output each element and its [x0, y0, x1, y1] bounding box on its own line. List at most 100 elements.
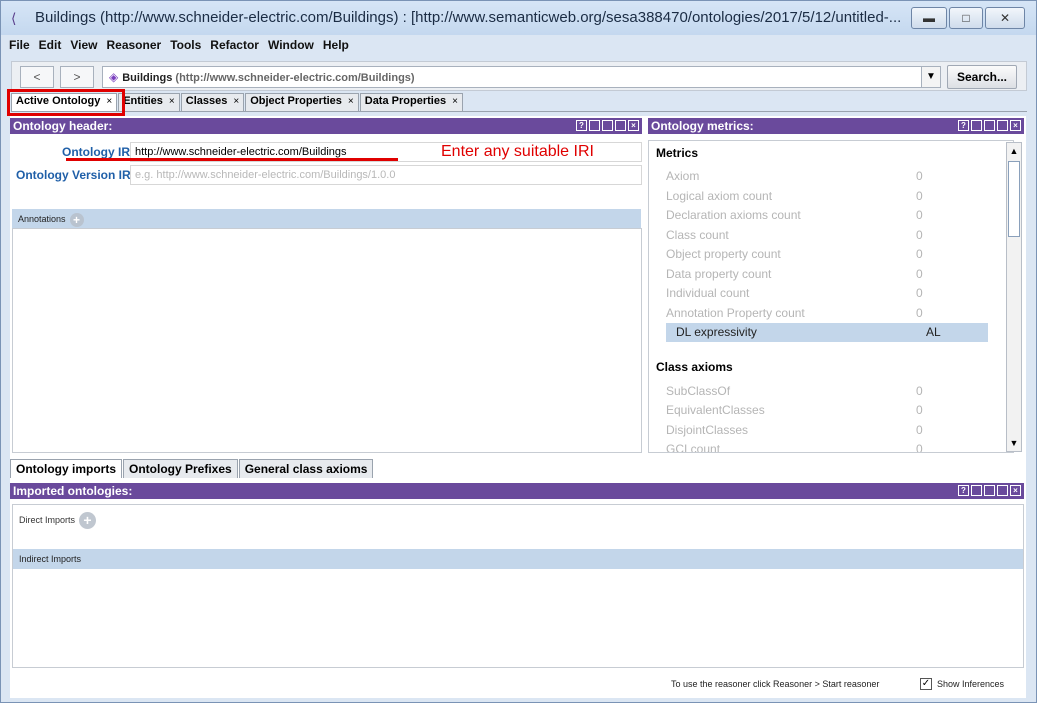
tab-ontology-prefixes[interactable]: Ontology Prefixes	[123, 459, 238, 478]
metric-value: 0	[916, 208, 923, 222]
maximize-button[interactable]: □	[949, 7, 983, 29]
chevron-down-icon[interactable]: ▼	[921, 66, 941, 88]
scroll-thumb[interactable]	[1008, 161, 1020, 237]
close-tab-icon[interactable]: ×	[233, 96, 239, 107]
menu-edit[interactable]: Edit	[39, 38, 62, 58]
menu-window[interactable]: Window	[268, 38, 314, 58]
minimize-button[interactable]: ▬	[911, 7, 947, 29]
panel-title: Ontology metrics:	[651, 119, 754, 133]
metric-value: 0	[916, 306, 923, 320]
menu-help[interactable]: Help	[323, 38, 349, 58]
metric-name: Declaration axioms count	[666, 208, 801, 222]
ontology-version-iri-label: Ontology Version IRI	[16, 168, 135, 182]
metric-name: Object property count	[666, 247, 781, 261]
close-view-icon[interactable]: ×	[1010, 120, 1021, 131]
view-controls: ? ×	[574, 120, 639, 131]
scroll-up-icon[interactable]: ▲	[1007, 143, 1021, 159]
metric-row: SubClassOf 0	[666, 382, 988, 401]
tab-label: Data Properties	[364, 95, 447, 107]
class-axioms-heading: Class axioms	[656, 360, 733, 374]
maximize-view-icon[interactable]	[997, 120, 1008, 131]
title-bar: ⟨ Buildings (http://www.schneider-electr…	[1, 1, 1036, 35]
tab-object-properties[interactable]: Object Properties ×	[245, 93, 359, 111]
direct-imports-header: Direct Imports +	[19, 512, 97, 529]
minimize-view-icon[interactable]	[602, 120, 613, 131]
metric-row: Annotation Property count 0	[666, 304, 988, 323]
view-controls: ? ×	[956, 485, 1021, 496]
ontology-version-iri-field[interactable]: e.g. http://www.schneider-electric.com/B…	[130, 165, 642, 185]
metric-value: 0	[916, 169, 923, 183]
annotation-underline	[66, 158, 398, 161]
help-icon[interactable]: ?	[958, 485, 969, 496]
direct-imports-label: Direct Imports	[19, 514, 76, 525]
back-button[interactable]: <	[20, 66, 54, 88]
forward-button[interactable]: >	[60, 66, 94, 88]
metric-name: SubClassOf	[666, 384, 731, 398]
close-tab-icon[interactable]: ×	[452, 96, 458, 107]
metric-row: Object property count 0	[666, 245, 988, 264]
menu-view[interactable]: View	[70, 38, 97, 58]
minimize-view-icon[interactable]	[984, 120, 995, 131]
metric-row: Logical axiom count 0	[666, 187, 988, 206]
close-tab-icon[interactable]: ×	[348, 96, 354, 107]
tab-divider	[11, 111, 1027, 112]
entity-iri: (http://www.schneider-electric.com/Build…	[175, 72, 415, 84]
scroll-down-icon[interactable]: ▼	[1007, 435, 1021, 451]
view-controls: ? ×	[956, 120, 1021, 131]
search-button[interactable]: Search...	[947, 65, 1017, 89]
metric-row: DisjointClasses 0	[666, 421, 988, 440]
metric-row: Declaration axioms count 0	[666, 206, 988, 225]
metric-value: AL	[926, 325, 941, 339]
imports-panel	[12, 504, 1024, 668]
annotations-label: Annotations	[18, 214, 66, 224]
entity-name: Buildings	[122, 72, 173, 84]
ontology-iri-label: Ontology IRI	[62, 145, 134, 159]
metric-name: Data property count	[666, 267, 772, 281]
indirect-imports-label: Indirect Imports	[19, 554, 82, 564]
tab-classes[interactable]: Classes ×	[180, 93, 245, 111]
tab-general-class-axioms[interactable]: General class axioms	[238, 459, 374, 478]
metric-name: Individual count	[666, 286, 750, 300]
maximize-view-icon[interactable]	[997, 485, 1008, 496]
metric-name: Logical axiom count	[666, 189, 773, 203]
help-icon[interactable]: ?	[958, 120, 969, 131]
show-inferences-checkbox[interactable]: ✓	[920, 678, 932, 690]
minimize-view-icon[interactable]	[984, 485, 995, 496]
close-button[interactable]: ✕	[985, 7, 1025, 29]
add-direct-import-icon[interactable]: +	[79, 512, 97, 529]
menu-reasoner[interactable]: Reasoner	[106, 38, 161, 58]
active-entity-field[interactable]: ◈ Buildings (http://www.schneider-electri…	[102, 66, 922, 88]
metrics-heading: Metrics	[656, 146, 699, 160]
metrics-scrollbar[interactable]: ▲ ▼	[1006, 142, 1022, 452]
navigation-toolbar: < > ◈ Buildings (http://www.schneider-ele…	[11, 61, 1027, 91]
imported-ontologies-title-bar: Imported ontologies: ? ×	[10, 483, 1024, 499]
protege-app-icon: ⟨	[11, 10, 17, 26]
menu-refactor[interactable]: Refactor	[210, 38, 259, 58]
panel-title: Imported ontologies:	[13, 484, 133, 498]
close-view-icon[interactable]: ×	[1010, 485, 1021, 496]
close-tab-icon[interactable]: ×	[169, 96, 175, 107]
metric-row: Data property count 0	[666, 265, 988, 284]
split-icon[interactable]	[589, 120, 600, 131]
tab-entities[interactable]: Entities ×	[118, 93, 180, 111]
close-view-icon[interactable]: ×	[628, 120, 639, 131]
metric-row-selected[interactable]: DL expressivity AL	[666, 323, 988, 342]
metric-name: EquivalentClasses	[666, 403, 765, 417]
metric-value: 0	[916, 228, 923, 242]
ontology-diamond-icon: ◈	[109, 70, 119, 84]
metric-name: Annotation Property count	[666, 306, 805, 320]
split-icon[interactable]	[971, 485, 982, 496]
reasoner-hint: To use the reasoner click Reasoner > Sta…	[671, 679, 880, 689]
split-icon[interactable]	[971, 120, 982, 131]
menu-file[interactable]: File	[9, 38, 30, 58]
help-icon[interactable]: ?	[576, 120, 587, 131]
tab-data-properties[interactable]: Data Properties ×	[359, 93, 463, 111]
ontology-header-title-bar: Ontology header: ? ×	[10, 118, 642, 134]
metric-name: DL expressivity	[676, 325, 757, 339]
metric-row: GCI count 0	[666, 440, 988, 452]
tab-ontology-imports[interactable]: Ontology imports	[10, 459, 122, 478]
annotation-highlight-box	[7, 89, 125, 116]
add-annotation-icon[interactable]: +	[69, 212, 84, 227]
maximize-view-icon[interactable]	[615, 120, 626, 131]
menu-tools[interactable]: Tools	[170, 38, 201, 58]
